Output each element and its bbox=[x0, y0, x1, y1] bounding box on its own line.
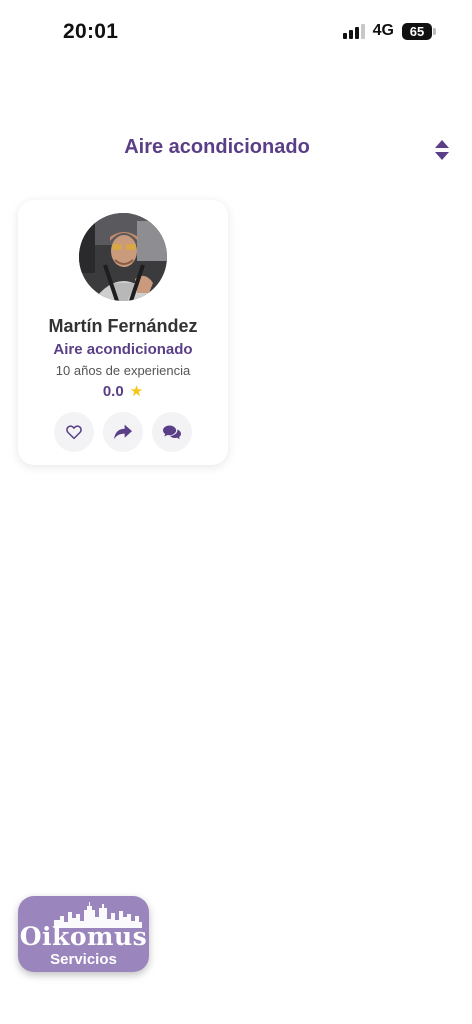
provider-specialty: Aire acondicionado bbox=[53, 341, 193, 358]
status-bar: 20:01 4G 65 bbox=[0, 0, 472, 64]
provider-card[interactable]: Martín Fernández Aire acondicionado 10 a… bbox=[18, 200, 228, 465]
network-label: 4G bbox=[372, 22, 394, 39]
rating-value: 0.0 bbox=[102, 383, 124, 400]
logo-title: Oikomus bbox=[19, 922, 148, 951]
chat-button[interactable] bbox=[152, 412, 192, 452]
star-icon: ★ bbox=[129, 383, 144, 400]
card-actions bbox=[18, 412, 228, 452]
avatar bbox=[79, 213, 167, 301]
provider-name: Martín Fernández bbox=[48, 316, 198, 336]
page-title: Aire acondicionado bbox=[124, 136, 310, 158]
chat-icon bbox=[163, 425, 181, 440]
battery-icon: 65 bbox=[402, 22, 436, 40]
status-indicators: 4G 65 bbox=[342, 22, 436, 40]
signal-icon bbox=[342, 23, 365, 39]
heart-icon bbox=[66, 425, 82, 440]
favorite-button[interactable] bbox=[54, 412, 94, 452]
battery-level: 65 bbox=[409, 23, 425, 39]
oikomus-logo[interactable]: Oikomus Servicios bbox=[18, 896, 149, 972]
status-time: 20:01 bbox=[63, 20, 119, 43]
logo-subtitle: Servicios bbox=[50, 951, 117, 968]
share-icon bbox=[114, 424, 132, 440]
provider-rating: 0.0 ★ bbox=[18, 383, 228, 400]
sort-icon[interactable] bbox=[434, 139, 450, 161]
share-button[interactable] bbox=[103, 412, 143, 452]
provider-experience: 10 años de experiencia bbox=[55, 363, 191, 378]
